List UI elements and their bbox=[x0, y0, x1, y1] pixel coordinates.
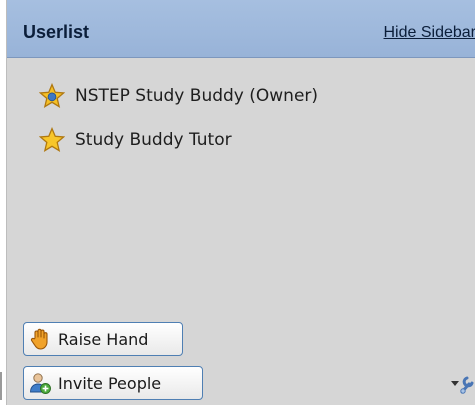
raise-hand-label: Raise Hand bbox=[58, 329, 149, 349]
add-user-icon bbox=[28, 371, 52, 395]
invite-people-label: Invite People bbox=[58, 373, 162, 393]
userlist-sidebar: Userlist Hide Sidebar NSTEP Study Buddy … bbox=[6, 0, 475, 405]
tools-dropdown[interactable] bbox=[450, 372, 475, 396]
list-item[interactable]: Study Buddy Tutor bbox=[38, 118, 318, 162]
hide-sidebar-link[interactable]: Hide Sidebar bbox=[384, 24, 475, 42]
left-edge-divider bbox=[0, 372, 4, 400]
owner-star-icon bbox=[38, 82, 66, 109]
user-name: NSTEP Study Buddy (Owner) bbox=[75, 86, 319, 106]
hand-icon bbox=[28, 327, 52, 351]
wrench-icon bbox=[451, 376, 474, 394]
user-list: NSTEP Study Buddy (Owner) Study Buddy Tu… bbox=[38, 74, 319, 162]
list-item[interactable]: NSTEP Study Buddy (Owner) bbox=[38, 74, 319, 118]
invite-people-button[interactable]: Invite People bbox=[23, 366, 203, 400]
sidebar-title: Userlist bbox=[23, 22, 90, 42]
sidebar-header: Userlist Hide Sidebar bbox=[7, 0, 475, 58]
star-icon bbox=[38, 126, 66, 153]
user-name: Study Buddy Tutor bbox=[75, 130, 232, 150]
raise-hand-button[interactable]: Raise Hand bbox=[23, 322, 183, 356]
